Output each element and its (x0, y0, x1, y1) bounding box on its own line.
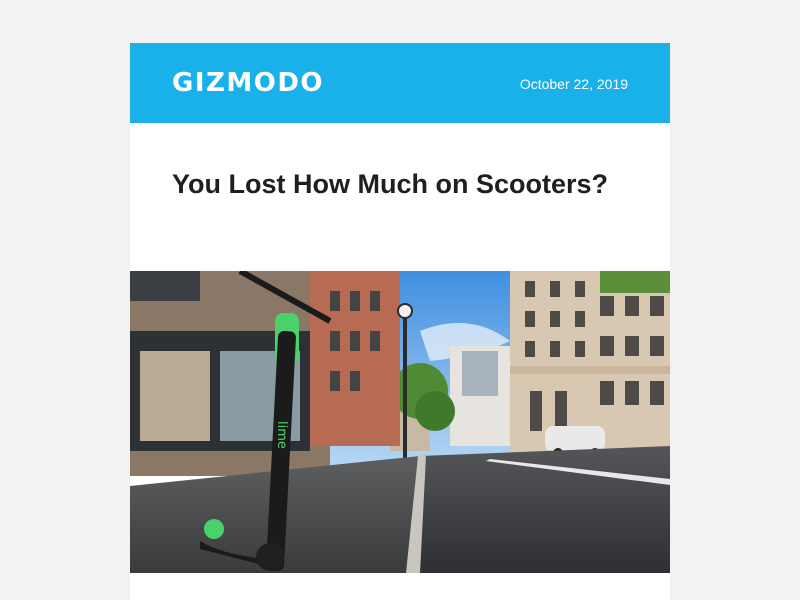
email-header: GIZMODO October 22, 2019 (130, 43, 670, 123)
email-container: GIZMODO October 22, 2019 You Lost How Mu… (130, 43, 670, 600)
gizmodo-logo[interactable]: GIZMODO (172, 68, 324, 98)
scooter-brand: lime (274, 421, 289, 449)
issue-date: October 22, 2019 (519, 76, 628, 92)
tree (415, 391, 455, 431)
left-building (130, 271, 400, 476)
hero-image[interactable]: lime (130, 271, 670, 573)
right-building (510, 271, 670, 451)
street-lamp (403, 311, 407, 461)
article-title[interactable]: You Lost How Much on Scooters? (172, 165, 612, 204)
parked-car (545, 426, 605, 452)
lamp-head (397, 303, 413, 319)
billboard (462, 351, 498, 396)
